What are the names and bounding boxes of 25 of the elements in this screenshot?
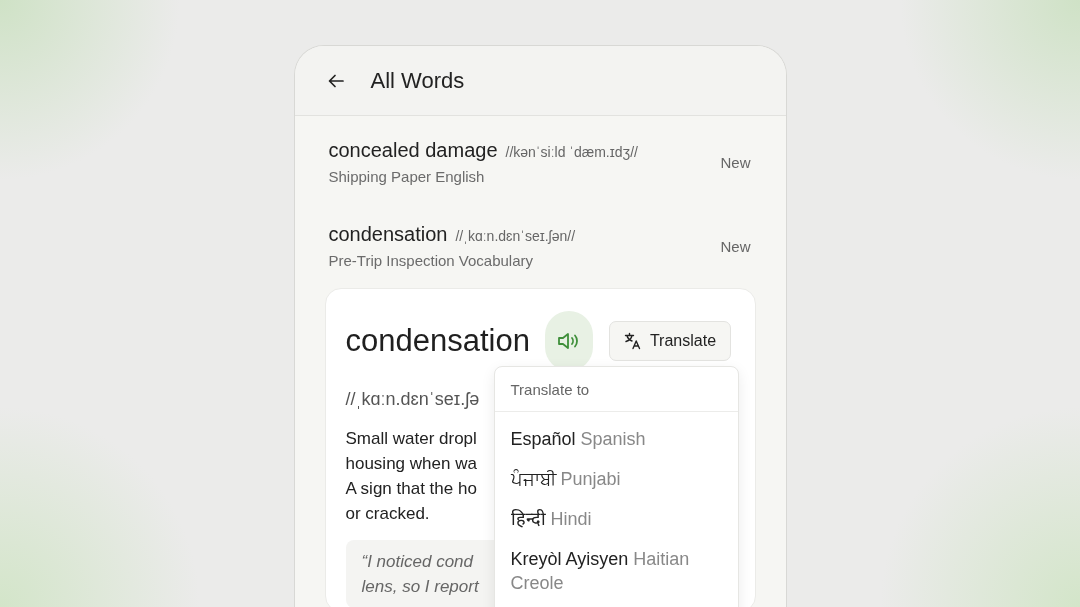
definition-line: housing when wa bbox=[345, 453, 477, 475]
definition-line: A sign that the ho bbox=[345, 478, 477, 500]
example-line: “I noticed cond bbox=[361, 551, 473, 573]
deck-name: Shipping Paper English bbox=[328, 168, 486, 185]
language-option[interactable]: Español Spanish bbox=[510, 420, 722, 460]
language-option[interactable]: Kreyòl Ayisyen Haitian Creole bbox=[510, 540, 722, 604]
translate-button[interactable]: Translate bbox=[608, 321, 732, 361]
definition-line: Small water dropl bbox=[345, 428, 477, 450]
phonetic-text: //ˌkɑːn.dɛnˈseɪ.ʃə bbox=[345, 389, 480, 410]
word-term: concealed damage bbox=[328, 139, 498, 162]
page-title: All Words bbox=[370, 67, 465, 94]
example-line: lens, so I report bbox=[361, 576, 479, 598]
language-option[interactable]: ਪੰਜਾਬੀ Punjabi bbox=[510, 460, 722, 500]
word-title: condensation bbox=[345, 323, 530, 359]
phonetic-text: //ˌkɑːn.dɛnˈseɪ.ʃən// bbox=[455, 228, 576, 244]
status-label: New bbox=[720, 237, 751, 255]
speaker-icon bbox=[556, 331, 581, 351]
phonetic-text: //kənˈsiːld ˈdæm.ɪdʒ// bbox=[505, 144, 638, 160]
deck-name: Pre-Trip Inspection Vocabulary bbox=[328, 252, 535, 269]
language-option[interactable]: हिन्दी Hindi bbox=[510, 500, 722, 540]
status-label: New bbox=[720, 153, 751, 171]
translate-icon bbox=[623, 332, 642, 350]
menu-heading: Translate to bbox=[494, 367, 738, 412]
definition-line: or cracked. bbox=[345, 503, 430, 525]
word-term: condensation bbox=[328, 223, 448, 246]
